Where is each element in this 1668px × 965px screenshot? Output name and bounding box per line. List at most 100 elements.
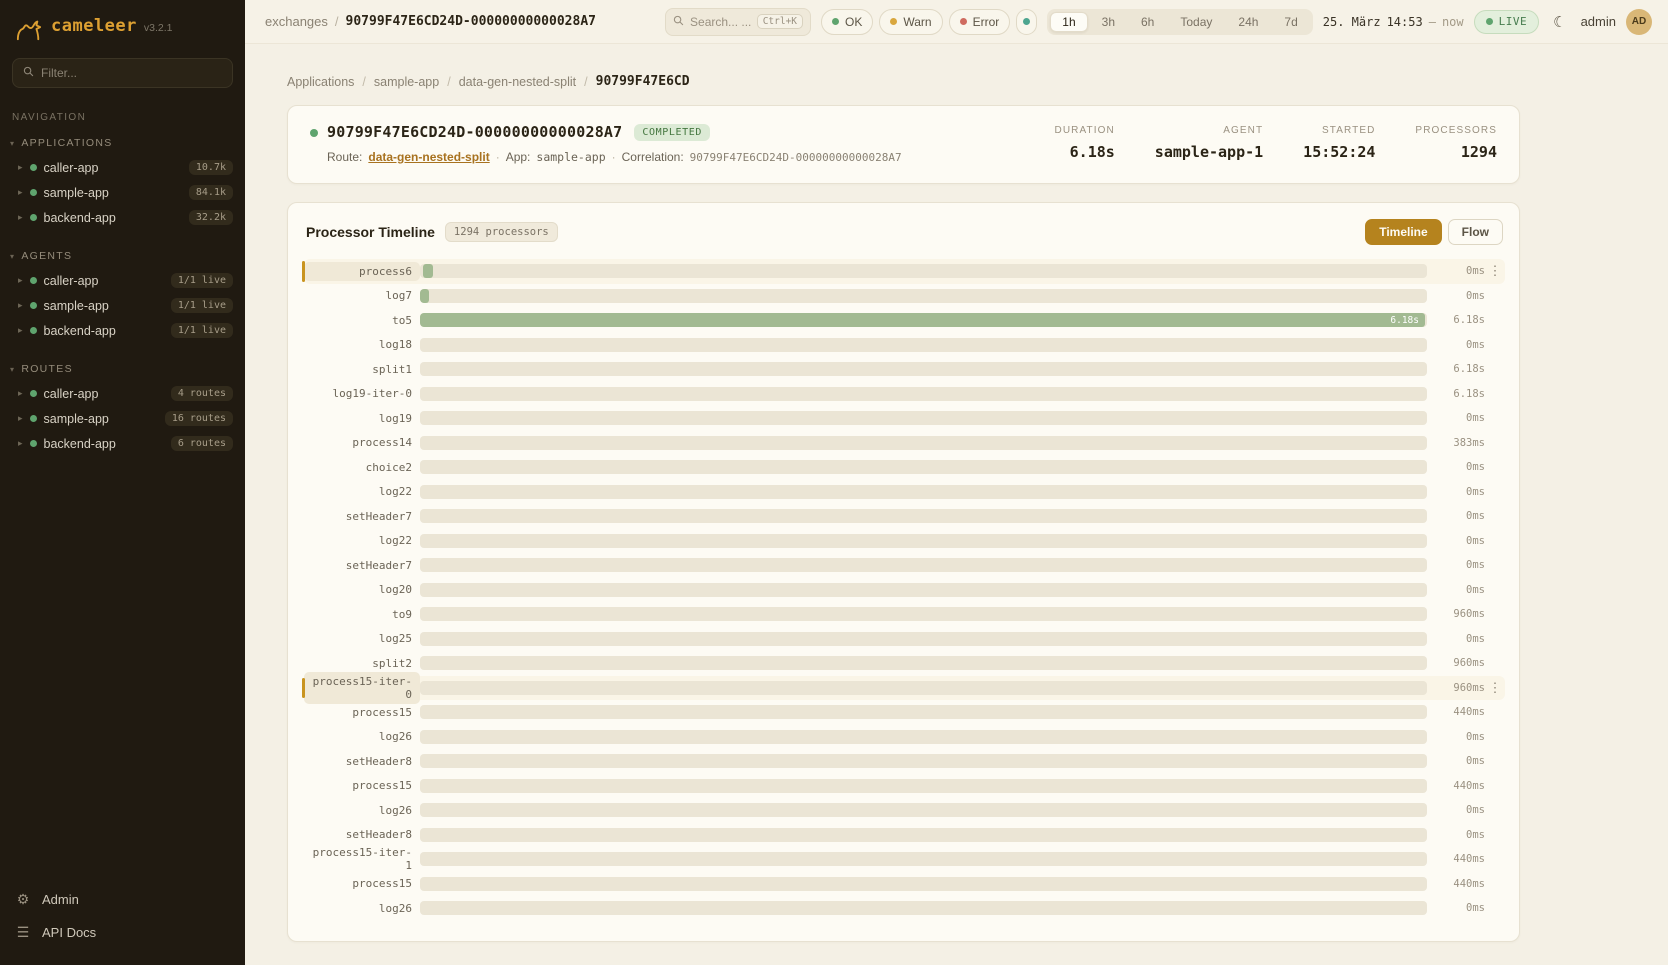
timeline-row-setHeader8[interactable]: setHeader8 0ms ⋮ (304, 823, 1505, 848)
sidebar-section-agents: ▾ AGENTS ▸ caller-app 1/1 live ▸ sample-… (0, 246, 245, 343)
section-header-agents[interactable]: ▾ AGENTS (0, 246, 245, 268)
row-menu-icon[interactable]: ⋮ (1485, 263, 1505, 279)
timeline-row-log26[interactable]: log26 0ms ⋮ (304, 896, 1505, 921)
sidebar-item-sample-app[interactable]: ▸ sample-app 84.1k (0, 180, 245, 205)
timeline-row-log22[interactable]: log22 0ms ⋮ (304, 529, 1505, 554)
search-input[interactable] (690, 15, 751, 29)
sidebar-item-caller-app[interactable]: ▸ caller-app 10.7k (0, 155, 245, 180)
processor-name: process14 (304, 433, 420, 452)
processor-name: log26 (304, 727, 420, 746)
view-button-flow[interactable]: Flow (1448, 219, 1503, 245)
row-duration: 960ms (1427, 657, 1485, 669)
status-chip-warn[interactable]: Warn (879, 9, 942, 35)
processor-name: setHeader7 (304, 556, 420, 575)
timeline-row-process15[interactable]: process15 440ms ⋮ (304, 774, 1505, 799)
filter-input[interactable] (41, 66, 222, 80)
chevron-right-icon: ▸ (18, 438, 23, 449)
time-range-3h[interactable]: 3h (1090, 12, 1127, 32)
breadcrumb-item-data-gen-nested-split[interactable]: data-gen-nested-split (459, 75, 576, 89)
view-button-timeline[interactable]: Timeline (1365, 219, 1441, 245)
processor-name: choice2 (304, 458, 420, 477)
sidebar-item-caller-app[interactable]: ▸ caller-app 1/1 live (0, 268, 245, 293)
row-duration: 440ms (1427, 853, 1485, 865)
timeline-row-process15-iter-1[interactable]: process15-iter-1 440ms ⋮ (304, 847, 1505, 872)
sidebar-item-backend-app[interactable]: ▸ backend-app 1/1 live (0, 318, 245, 343)
section-title: ROUTES (21, 363, 73, 375)
timeline-track (420, 828, 1427, 842)
timeline-row-to5[interactable]: to5 6.18s 6.18s ⋮ (304, 308, 1505, 333)
time-range-6h[interactable]: 6h (1129, 12, 1166, 32)
timeline-row-setHeader7[interactable]: setHeader7 0ms ⋮ (304, 553, 1505, 578)
status-chip-ok[interactable]: OK (821, 9, 873, 35)
row-duration: 0ms (1427, 731, 1485, 743)
timeline-row-process14[interactable]: process14 383ms ⋮ (304, 431, 1505, 456)
timeline-row-log18[interactable]: log18 0ms ⋮ (304, 333, 1505, 358)
search-shortcut-badge: Ctrl+K (757, 14, 803, 29)
timeline-row-log7[interactable]: log7 0ms ⋮ (304, 284, 1505, 309)
processor-name: log20 (304, 580, 420, 599)
row-menu-icon[interactable]: ⋮ (1485, 680, 1505, 696)
sidebar-item-backend-app[interactable]: ▸ backend-app 6 routes (0, 431, 245, 456)
timeline-row-choice2[interactable]: choice2 0ms ⋮ (304, 455, 1505, 480)
breadcrumb-item-applications[interactable]: Applications (287, 75, 354, 89)
sidebar-item-api-docs[interactable]: ☰ API Docs (0, 916, 245, 949)
row-duration: 0ms (1427, 461, 1485, 473)
time-range-1h[interactable]: 1h (1050, 12, 1087, 32)
timeline-row-to9[interactable]: to9 960ms ⋮ (304, 602, 1505, 627)
status-dot (30, 214, 37, 221)
breadcrumb-exchanges[interactable]: exchanges (265, 14, 328, 29)
status-filter-group: OKWarn Error (821, 9, 1037, 35)
section-header-applications[interactable]: ▾ APPLICATIONS (0, 133, 245, 155)
timeline-row-process15[interactable]: process15 440ms ⋮ (304, 872, 1505, 897)
timeline-row-log22[interactable]: log22 0ms ⋮ (304, 480, 1505, 505)
sidebar-item-label: caller-app (44, 274, 164, 288)
breadcrumb-item-sample-app[interactable]: sample-app (374, 75, 439, 89)
timeline-row-log26[interactable]: log26 0ms ⋮ (304, 798, 1505, 823)
search-icon (673, 13, 684, 31)
status-chip-extra[interactable] (1016, 9, 1037, 35)
live-toggle[interactable]: LIVE (1474, 10, 1540, 34)
timeline-row-setHeader8[interactable]: setHeader8 0ms ⋮ (304, 749, 1505, 774)
stat-label: PROCESSORS (1415, 125, 1497, 136)
processor-name: setHeader7 (304, 507, 420, 526)
sidebar-item-caller-app[interactable]: ▸ caller-app 4 routes (0, 381, 245, 406)
timeline-row-setHeader7[interactable]: setHeader7 0ms ⋮ (304, 504, 1505, 529)
avatar[interactable]: AD (1626, 9, 1652, 35)
time-range-24h[interactable]: 24h (1226, 12, 1270, 32)
timeline-row-log19[interactable]: log19 0ms ⋮ (304, 406, 1505, 431)
timeline-row-process15[interactable]: process15 440ms ⋮ (304, 700, 1505, 725)
status-dot (30, 440, 37, 447)
processor-name: setHeader8 (304, 825, 420, 844)
timeline-row-log25[interactable]: log25 0ms ⋮ (304, 627, 1505, 652)
processor-name: process15-iter-0 (304, 672, 420, 704)
timeline-track (420, 534, 1427, 548)
header-breadcrumb: exchanges / 90799F47E6CD24D-000000000000… (265, 14, 596, 29)
sidebar-item-admin[interactable]: ⚙ Admin (0, 883, 245, 916)
status-chip-error[interactable]: Error (949, 9, 1011, 35)
route-link[interactable]: data-gen-nested-split (368, 150, 489, 164)
exchange-info: 90799F47E6CD24D-00000000000028A7 COMPLET… (310, 123, 902, 164)
sidebar-item-sample-app[interactable]: ▸ sample-app 1/1 live (0, 293, 245, 318)
dark-mode-toggle[interactable]: ☾ (1549, 11, 1570, 33)
time-range-7d[interactable]: 7d (1272, 12, 1309, 32)
timeline-row-log19-iter-0[interactable]: log19-iter-0 6.18s ⋮ (304, 382, 1505, 407)
section-header-routes[interactable]: ▾ ROUTES (0, 359, 245, 381)
time-range-today[interactable]: Today (1168, 12, 1224, 32)
app-name: cameleer (51, 16, 137, 36)
status-chip-dot (1023, 18, 1030, 25)
time-display-time: 14:53 (1387, 15, 1423, 29)
caret-down-icon: ▾ (10, 252, 15, 261)
timeline-row-log20[interactable]: log20 0ms ⋮ (304, 578, 1505, 603)
sidebar-item-sample-app[interactable]: ▸ sample-app 16 routes (0, 406, 245, 431)
timeline-row-split1[interactable]: split1 6.18s ⋮ (304, 357, 1505, 382)
timeline-row-process6[interactable]: process6 0ms ⋮ (304, 259, 1505, 284)
sidebar-item-badge: 1/1 live (171, 298, 233, 313)
timeline-row-log26[interactable]: log26 0ms ⋮ (304, 725, 1505, 750)
section-title: APPLICATIONS (21, 137, 112, 149)
row-duration: 0ms (1427, 412, 1485, 424)
app-logo[interactable]: cameleer v3.2.1 (0, 0, 245, 56)
sidebar-item-backend-app[interactable]: ▸ backend-app 32.2k (0, 205, 245, 230)
timeline-track (420, 436, 1427, 450)
timeline-row-process15-iter-0[interactable]: process15-iter-0 960ms ⋮ (304, 676, 1505, 701)
timeline-row-split2[interactable]: split2 960ms ⋮ (304, 651, 1505, 676)
